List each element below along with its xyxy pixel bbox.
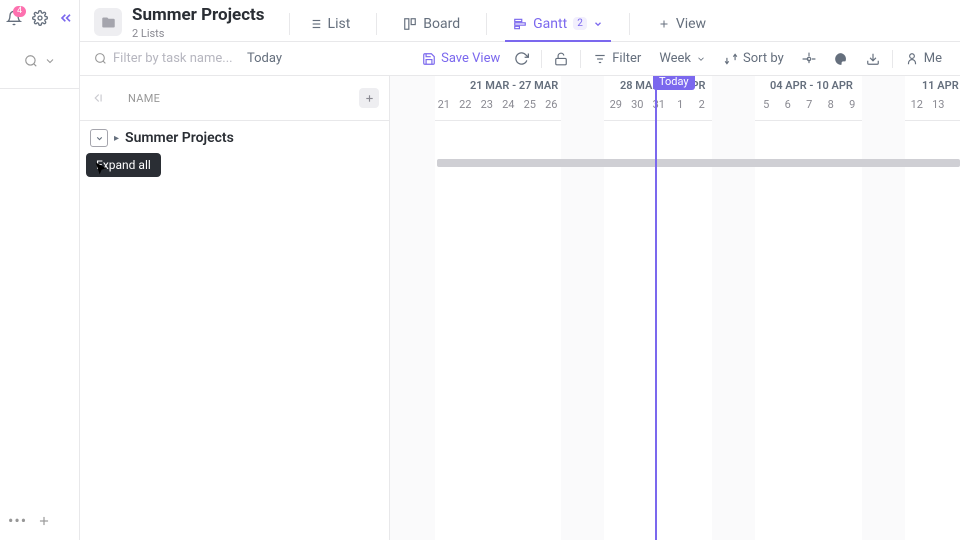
task-group-name: Summer Projects — [125, 130, 234, 146]
color-icon[interactable] — [830, 50, 852, 68]
day-label: 31 — [648, 98, 670, 120]
tab-list-label: List — [328, 16, 351, 32]
day-label: 24 — [498, 98, 520, 120]
gantt-bar[interactable] — [437, 159, 960, 167]
week-dropdown[interactable]: Week — [655, 49, 710, 68]
day-label: 5 — [756, 98, 778, 120]
day-label: 23 — [476, 98, 498, 120]
filter-label: Filter — [612, 51, 641, 66]
tab-gantt-label: Gantt — [533, 16, 567, 32]
gantt-chart[interactable]: AR21 MAR - 27 MAR28 MAR - 03 APR04 APR -… — [390, 76, 960, 540]
day-label: 21 — [433, 98, 455, 120]
day-label: 1 — [670, 98, 692, 120]
collapse-column-icon[interactable] — [90, 91, 104, 105]
tab-board[interactable]: Board — [399, 6, 464, 41]
tab-gantt-badge: 2 — [573, 17, 587, 30]
today-line: Today — [655, 76, 657, 540]
more-icon[interactable]: ••• — [8, 511, 27, 530]
caret-right-icon[interactable]: ▸ — [114, 133, 119, 144]
me-button[interactable]: Me — [901, 49, 946, 68]
toolbar: Filter by task name... Today Save View F… — [80, 42, 960, 76]
lock-icon[interactable] — [550, 50, 572, 68]
settings-icon[interactable] — [32, 10, 48, 26]
filter-placeholder: Filter by task name... — [113, 51, 233, 66]
add-column-button[interactable] — [359, 88, 379, 108]
task-panel: NAME ▸ Summer Projects Expand all — [80, 76, 390, 540]
expand-all-button[interactable] — [90, 129, 108, 147]
week-label: 11 APR — [922, 79, 959, 92]
tab-gantt[interactable]: Gantt 2 — [509, 6, 607, 41]
add-view-button[interactable]: View — [652, 16, 712, 32]
day-label: 6 — [777, 98, 799, 120]
week-label: 21 MAR - 27 MAR — [470, 79, 558, 92]
day-label: 7 — [799, 98, 821, 120]
day-label: 2 — [691, 98, 713, 120]
column-name-header: NAME — [128, 92, 160, 105]
day-label: 9 — [842, 98, 864, 120]
save-view-button[interactable]: Save View — [418, 49, 504, 68]
collapse-sidebar-icon[interactable] — [58, 10, 74, 26]
folder-icon[interactable] — [94, 8, 122, 36]
chevron-down-icon — [593, 19, 603, 29]
add-view-label: View — [676, 16, 706, 32]
week-label: Week — [659, 51, 691, 66]
download-icon[interactable] — [862, 50, 884, 68]
sortby-label: Sort by — [743, 51, 784, 66]
tab-board-label: Board — [423, 16, 460, 32]
autosave-icon[interactable] — [510, 49, 533, 68]
expand-tooltip: Expand all — [86, 153, 161, 177]
day-label: 12 — [906, 98, 928, 120]
today-button[interactable]: Today — [247, 51, 282, 66]
gantt-body[interactable]: Today — [390, 121, 960, 540]
notif-badge: 4 — [13, 6, 26, 17]
filter-input[interactable]: Filter by task name... — [94, 51, 239, 66]
save-view-label: Save View — [441, 51, 500, 66]
page-title: Summer Projects — [132, 6, 265, 25]
day-label: 25 — [519, 98, 541, 120]
day-label: 13 — [928, 98, 950, 120]
day-label: 22 — [455, 98, 477, 120]
filter-button[interactable]: Filter — [589, 49, 645, 68]
sortby-button[interactable]: Sort by — [720, 49, 788, 68]
task-group-row[interactable]: ▸ Summer Projects Expand all — [80, 121, 389, 155]
add-icon[interactable] — [37, 514, 51, 528]
day-label: 29 — [605, 98, 627, 120]
day-label: 8 — [820, 98, 842, 120]
today-tag: Today — [653, 76, 695, 90]
notifications-button[interactable]: 4 — [6, 10, 22, 26]
day-label: 30 — [627, 98, 649, 120]
search-icon[interactable] — [24, 54, 38, 68]
day-label: 26 — [541, 98, 563, 120]
page-header: Summer Projects 2 Lists List Board Gantt — [80, 0, 960, 42]
me-label: Me — [924, 51, 942, 66]
settings-toolbar-icon[interactable] — [798, 50, 820, 68]
left-rail: 4 ••• — [0, 0, 80, 540]
week-label: 04 APR - 10 APR — [770, 79, 853, 92]
page-subtitle: 2 Lists — [132, 27, 265, 40]
tab-list[interactable]: List — [304, 6, 355, 41]
chevron-down-icon[interactable] — [44, 55, 56, 67]
